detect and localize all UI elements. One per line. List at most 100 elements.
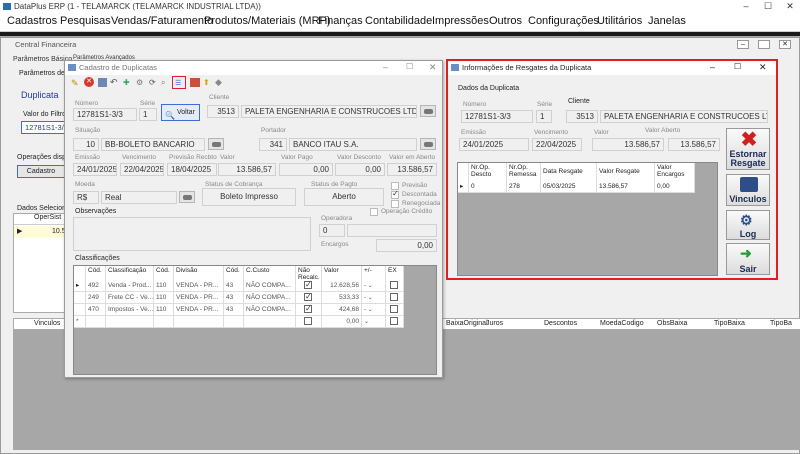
nao-recalc-checkbox[interactable] xyxy=(304,292,312,303)
nao-recalc-checkbox[interactable] xyxy=(304,317,312,325)
resg-data-resgate-cell[interactable]: 05/03/2025 xyxy=(541,181,597,193)
valor-desconto-field[interactable]: 0,00 xyxy=(335,163,385,176)
cad-close-icon[interactable]: ✕ xyxy=(429,62,437,73)
menu-cadastros[interactable]: Cadastros xyxy=(7,15,57,27)
class-classificacao-cell[interactable]: Venda - Prod... xyxy=(106,280,154,292)
situacao-field[interactable]: BB-BOLETO BANCARIO xyxy=(101,138,205,151)
class-divisao-cell[interactable]: VENDA - PR... xyxy=(174,292,224,304)
menu-outros[interactable]: Outros xyxy=(489,15,522,27)
class-divisao-cell[interactable]: VENDA - PR... xyxy=(174,280,224,292)
nao-recalc-cell[interactable] xyxy=(296,304,322,316)
ex-cell[interactable] xyxy=(386,304,404,316)
new-row-cell[interactable] xyxy=(154,316,174,328)
maximize-icon[interactable]: ☐ xyxy=(758,0,778,13)
operacao-credito-checkbox[interactable] xyxy=(370,208,378,216)
new-row-nao-recalc-cell[interactable] xyxy=(296,316,322,328)
ex-cell[interactable] xyxy=(386,316,404,328)
calendar-icon[interactable] xyxy=(190,78,200,87)
refresh-icon[interactable]: ⟳ xyxy=(149,78,156,87)
situacao-code-field[interactable]: 10 xyxy=(73,138,99,151)
menu-pesquisas[interactable]: Pesquisas xyxy=(60,15,111,27)
class-cod-divisao-cell[interactable]: 110 xyxy=(154,292,174,304)
class-valor-cell[interactable]: 424,68 xyxy=(322,304,362,316)
new-row-cell[interactable] xyxy=(106,316,154,328)
class-cod-ccusto-cell[interactable]: 43 xyxy=(224,304,244,316)
situacao-lookup-icon[interactable] xyxy=(208,138,224,150)
class-cod-ccusto-cell[interactable]: 43 xyxy=(224,292,244,304)
resg-cliente-code-field[interactable]: 3513 xyxy=(566,110,598,123)
class-valor-cell[interactable]: 533,33 xyxy=(322,292,362,304)
sair-button[interactable]: ➜ Sair xyxy=(726,243,770,275)
ex-cell[interactable] xyxy=(386,280,404,292)
minimize-icon[interactable]: – xyxy=(736,0,756,13)
observacoes-field[interactable] xyxy=(73,217,311,251)
portador-field[interactable]: BANCO ITAU S.A. xyxy=(289,138,417,151)
resg-maximize-icon[interactable]: ☐ xyxy=(734,62,741,71)
nao-recalc-cell[interactable] xyxy=(296,292,322,304)
resg-nr-op-descto-cell[interactable]: 0 xyxy=(469,181,507,193)
resg-serie-field[interactable]: 1 xyxy=(536,110,552,123)
ex-checkbox[interactable] xyxy=(390,293,398,301)
ex-checkbox[interactable] xyxy=(390,305,398,313)
central-close-icon[interactable]: ✕ xyxy=(779,40,791,49)
resg-emissao-field[interactable]: 24/01/2025 xyxy=(459,138,529,151)
close-icon[interactable]: ✕ xyxy=(780,0,800,13)
serie-field[interactable]: 1 xyxy=(139,108,157,121)
menu-contabilidade[interactable]: Contabilidade xyxy=(365,15,432,27)
resg-vencimento-field[interactable]: 22/04/2025 xyxy=(532,138,582,151)
search-icon[interactable]: ⌕ xyxy=(161,78,165,88)
sign-select[interactable]: - ⌄ xyxy=(362,292,386,304)
options-icon[interactable]: ◆ xyxy=(215,77,222,88)
cliente-name-field[interactable]: PALETA ENGENHARIA E CONSTRUCOES LTDA xyxy=(241,105,417,118)
new-row-cell[interactable] xyxy=(244,316,296,328)
sign-select[interactable]: - ⌄ xyxy=(362,280,386,292)
operadora-field[interactable] xyxy=(347,224,437,237)
resg-valor-field[interactable]: 13.586,57 xyxy=(592,138,664,151)
resg-close-icon[interactable]: ✕ xyxy=(759,62,767,73)
class-cod-divisao-cell[interactable]: 110 xyxy=(154,280,174,292)
vinculos-button[interactable]: Vinculos xyxy=(726,174,770,206)
undo-icon[interactable]: ↶ xyxy=(110,77,118,88)
menu-financas[interactable]: Finanças xyxy=(318,15,363,27)
class-cod-class-cell[interactable]: 492 xyxy=(86,280,106,292)
cancel-icon[interactable]: ✕ xyxy=(84,77,94,87)
menu-vendas[interactable]: Vendas/Faturamento xyxy=(111,15,213,27)
vencimento-field[interactable]: 22/04/2025 xyxy=(120,163,164,176)
cliente-lookup-icon[interactable] xyxy=(420,105,436,117)
export-icon[interactable]: ⬆ xyxy=(203,78,210,87)
resgates-icon[interactable]: ☰ xyxy=(172,76,186,89)
class-cod-ccusto-cell[interactable]: 43 xyxy=(224,280,244,292)
class-classificacao-cell[interactable]: Impostos - Ve... xyxy=(106,304,154,316)
cad-minimize-icon[interactable]: – xyxy=(383,62,388,72)
nao-recalc-checkbox[interactable] xyxy=(304,304,312,315)
emissao-field[interactable]: 24/01/2025 xyxy=(73,163,117,176)
portador-lookup-icon[interactable] xyxy=(420,138,436,150)
central-minimize-icon[interactable]: – xyxy=(737,40,749,49)
central-restore-icon[interactable] xyxy=(758,40,770,49)
menu-utilitarios[interactable]: Utilitários xyxy=(597,15,642,27)
menu-produtos[interactable]: Produtos/Materiais (MRP) xyxy=(204,15,331,27)
new-icon[interactable]: ✚ xyxy=(123,78,130,87)
edit-icon[interactable]: ✎ xyxy=(71,78,79,89)
class-ccusto-cell[interactable]: NÃO COMPA... xyxy=(244,280,296,292)
nao-recalc-checkbox[interactable] xyxy=(304,280,312,291)
class-classificacao-cell[interactable]: Frete CC - Ve... xyxy=(106,292,154,304)
menu-configuracoes[interactable]: Configurações xyxy=(528,15,599,27)
portador-code-field[interactable]: 341 xyxy=(259,138,287,151)
menu-janelas[interactable]: Janelas xyxy=(648,15,686,27)
resg-nr-op-remessa-cell[interactable]: 278 xyxy=(507,181,541,193)
ex-cell[interactable] xyxy=(386,292,404,304)
encargos-field[interactable]: 0,00 xyxy=(376,239,437,252)
numero-field[interactable]: 12781S1-3/3 xyxy=(73,108,137,121)
new-row-cell[interactable] xyxy=(224,316,244,328)
resg-valor-aberto-field[interactable]: 13.586,57 xyxy=(668,138,720,151)
sign-select[interactable]: - ⌄ xyxy=(362,304,386,316)
tools-icon[interactable]: ⚙ xyxy=(136,78,143,87)
class-divisao-cell[interactable]: VENDA - PR... xyxy=(174,304,224,316)
valor-pago-field[interactable]: 0,00 xyxy=(279,163,333,176)
voltar-button[interactable]: 🔍 Voltar xyxy=(161,104,200,121)
class-cod-divisao-cell[interactable]: 110 xyxy=(154,304,174,316)
valor-field[interactable]: 13.586,57 xyxy=(218,163,276,176)
resg-numero-field[interactable]: 12781S1-3/3 xyxy=(461,110,533,123)
save-icon[interactable] xyxy=(98,78,107,87)
